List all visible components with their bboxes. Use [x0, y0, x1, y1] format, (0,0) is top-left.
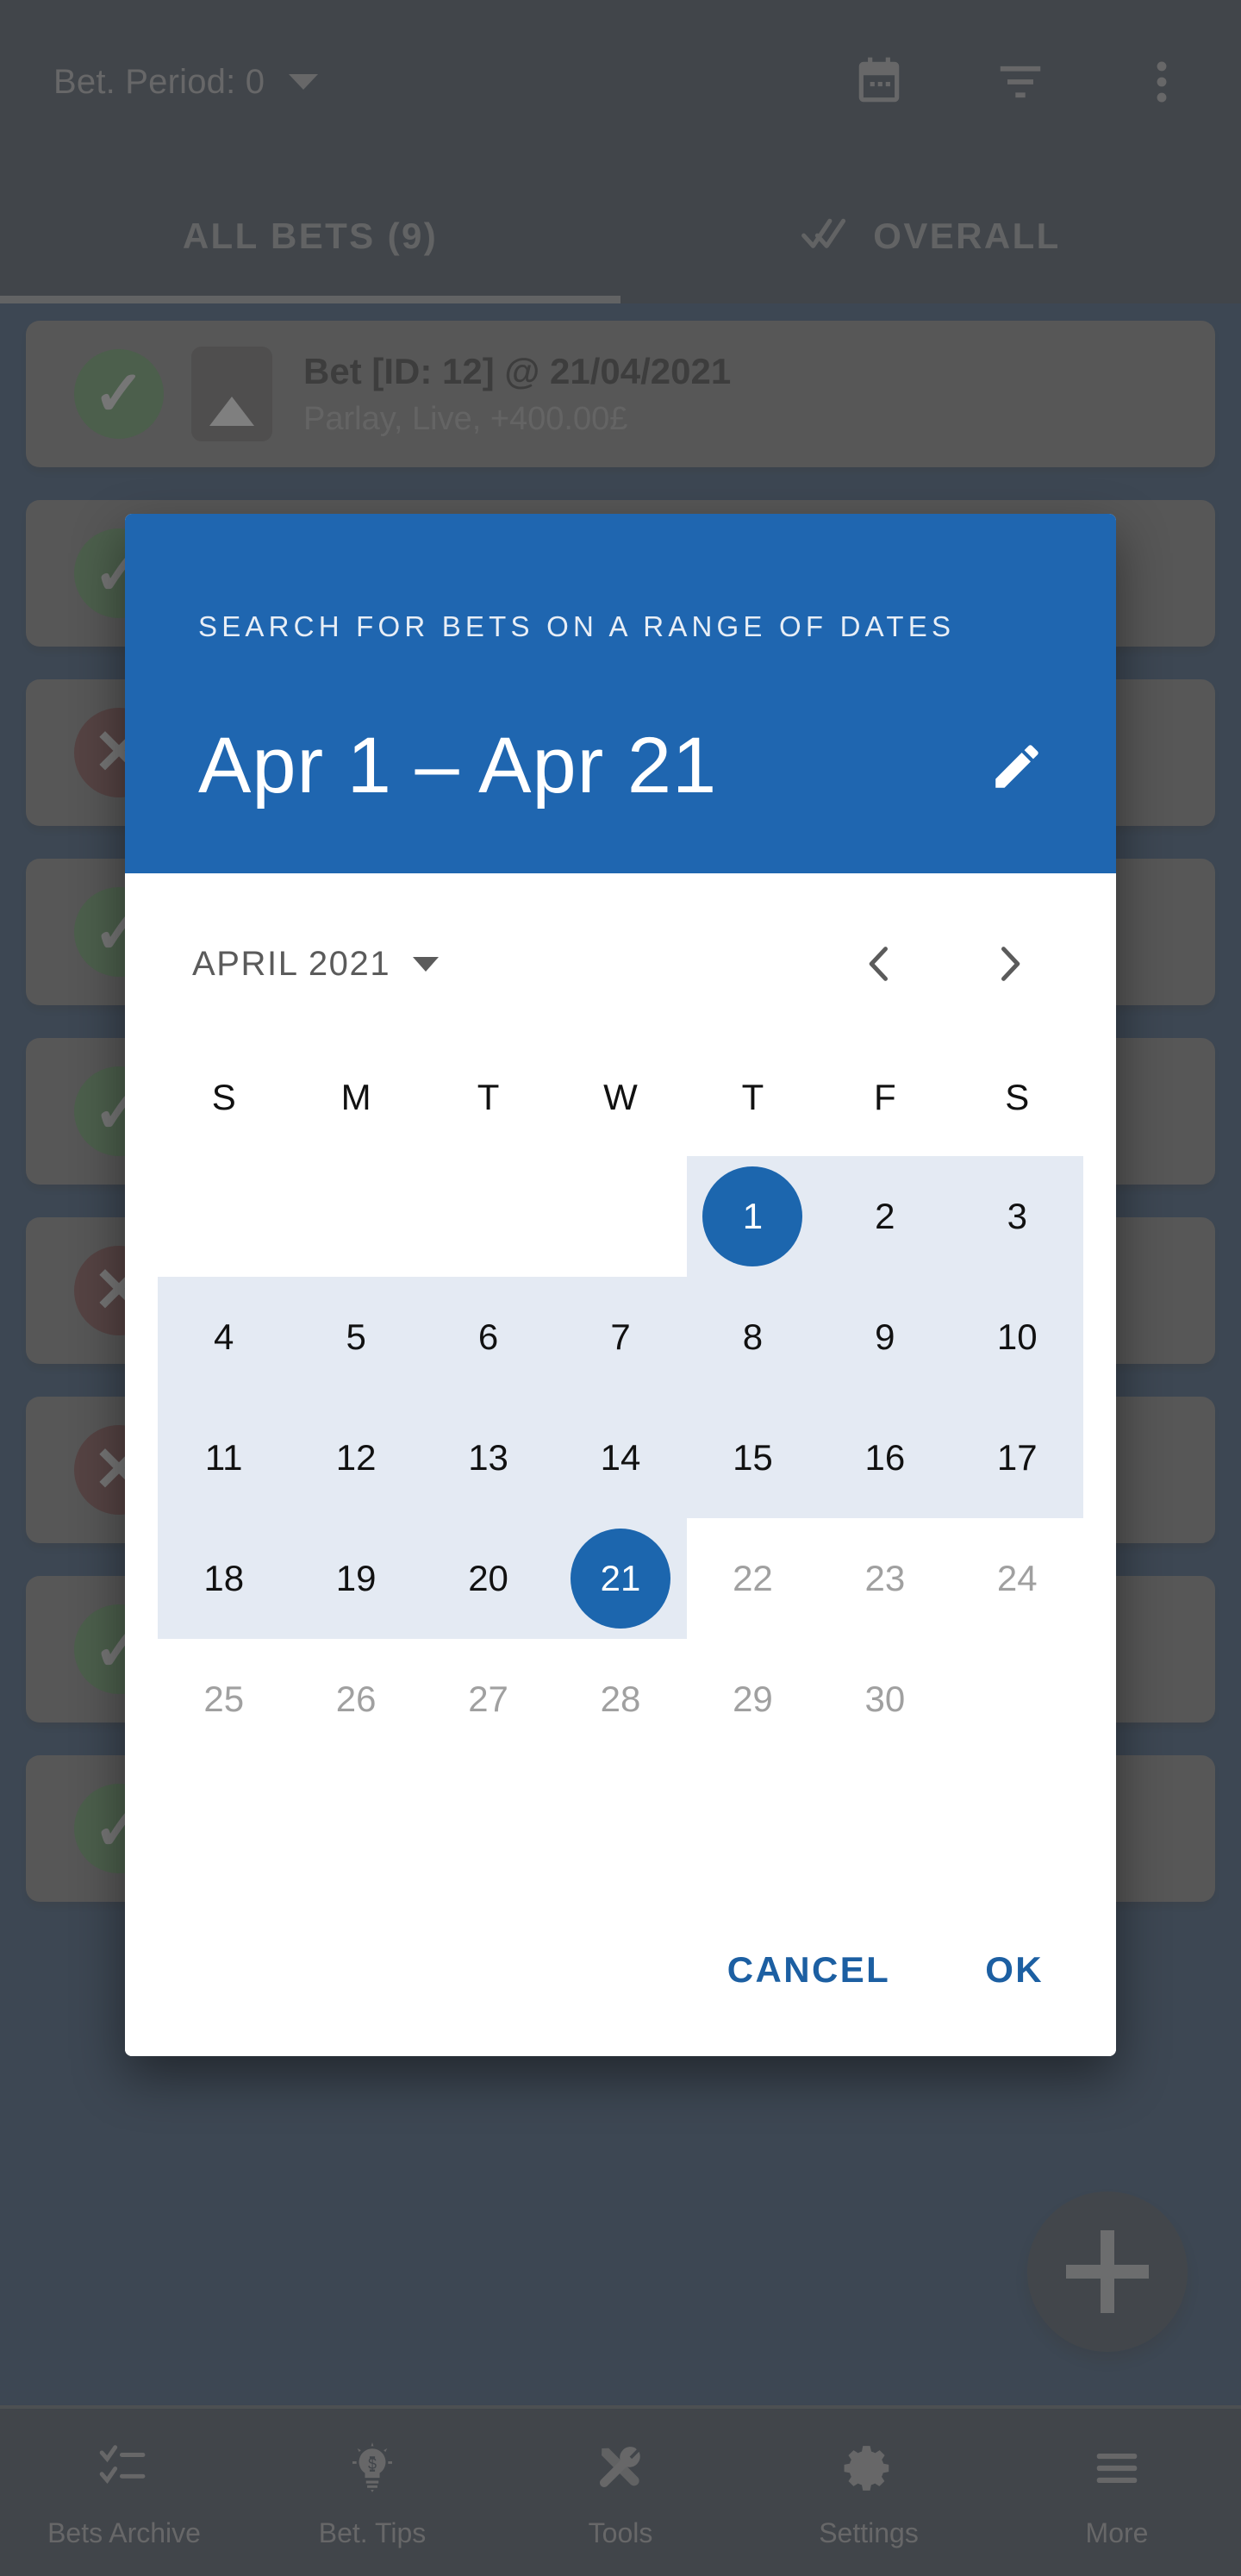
calendar-week-row: 25 26 27 28 29 30 — [158, 1639, 1083, 1760]
calendar-day-28: 28 — [554, 1639, 686, 1760]
dow-label: T — [477, 1077, 500, 1117]
calendar-day-17[interactable]: 17 — [951, 1397, 1084, 1518]
month-year-label: APRIL 2021 — [192, 944, 391, 983]
day-number: 20 — [468, 1558, 508, 1598]
calendar-day-16[interactable]: 16 — [819, 1397, 951, 1518]
date-range-picker-dialog: SEARCH FOR BETS ON A RANGE OF DATES Apr … — [125, 514, 1116, 2056]
day-number: 22 — [733, 1558, 773, 1598]
pencil-icon[interactable] — [978, 728, 1056, 805]
calendar-grid: 1 2 3 4 5 6 7 8 9 10 11 12 13 14 15 16 17 18 19 20 21 22 23 24 2… — [158, 1156, 1084, 1760]
calendar-day-13[interactable]: 13 — [421, 1397, 555, 1518]
calendar-day-15[interactable]: 15 — [686, 1397, 820, 1518]
selected-range-text: Apr 1 – Apr 21 — [198, 722, 718, 810]
chevron-right-icon[interactable] — [983, 938, 1035, 990]
calendar-day-2[interactable]: 2 — [819, 1156, 951, 1277]
calendar-cell-empty — [554, 1156, 686, 1277]
dow-label: M — [340, 1077, 371, 1117]
day-number: 14 — [600, 1437, 641, 1478]
day-number: 11 — [204, 1437, 243, 1478]
calendar-day-10[interactable]: 10 — [951, 1277, 1084, 1397]
calendar-day-12[interactable]: 12 — [290, 1397, 423, 1518]
calendar-week-row: 18 19 20 21 22 23 24 — [158, 1518, 1083, 1639]
day-number: 26 — [335, 1679, 377, 1719]
day-number: 25 — [203, 1679, 245, 1719]
calendar-day-20[interactable]: 20 — [421, 1518, 555, 1639]
dow-label: S — [1005, 1077, 1030, 1117]
day-number: 12 — [335, 1437, 377, 1478]
dow-label: T — [741, 1077, 764, 1117]
day-number: 29 — [733, 1679, 773, 1719]
month-arrows — [854, 938, 1035, 990]
calendar-cell-empty — [951, 1639, 1083, 1760]
calendar-day-24: 24 — [951, 1518, 1083, 1639]
day-number: 6 — [477, 1316, 499, 1357]
day-number: 8 — [742, 1316, 764, 1357]
screen-root: Bet. Period: 0 ALL BETS — [0, 0, 1241, 2576]
day-number: 4 — [214, 1316, 234, 1357]
calendar-cell-empty — [290, 1156, 421, 1277]
day-number: 17 — [996, 1437, 1038, 1478]
dow-label: F — [874, 1077, 896, 1117]
day-number: 1 — [742, 1196, 764, 1236]
dialog-overline: SEARCH FOR BETS ON A RANGE OF DATES — [198, 610, 956, 642]
day-number: 21 — [600, 1558, 641, 1598]
calendar-day-14[interactable]: 14 — [554, 1397, 688, 1518]
calendar-day-6[interactable]: 6 — [421, 1277, 555, 1397]
calendar-day-25: 25 — [158, 1639, 290, 1760]
day-of-week-header: S M T W T F S — [158, 1056, 1083, 1139]
day-number: 18 — [203, 1558, 245, 1598]
day-number: 10 — [996, 1316, 1038, 1357]
calendar-day-11[interactable]: 11 — [158, 1397, 290, 1518]
day-number: 2 — [875, 1196, 895, 1236]
calendar-day-30: 30 — [819, 1639, 951, 1760]
calendar-cell-empty — [158, 1156, 290, 1277]
dow-label: S — [211, 1077, 236, 1117]
calendar-day-19[interactable]: 19 — [290, 1518, 423, 1639]
day-number: 5 — [346, 1316, 366, 1357]
dialog-body: APRIL 2021 S M T W T F S 1 2 3 4 5 6 7 8… — [125, 873, 1116, 2056]
calendar-day-8[interactable]: 8 — [686, 1277, 820, 1397]
month-navigation-row: APRIL 2021 — [125, 925, 1116, 1003]
dialog-actions: CANCEL OK — [125, 1884, 1116, 2056]
day-number: 23 — [864, 1558, 906, 1598]
calendar-day-18[interactable]: 18 — [158, 1518, 290, 1639]
cancel-button[interactable]: CANCEL — [727, 1949, 890, 1991]
dialog-range-row: Apr 1 – Apr 21 — [198, 721, 1056, 811]
dow-label: W — [603, 1077, 638, 1117]
calendar-cell-empty — [422, 1156, 554, 1277]
calendar-day-3[interactable]: 3 — [951, 1156, 1084, 1277]
day-number: 24 — [996, 1558, 1038, 1598]
calendar-day-22: 22 — [687, 1518, 819, 1639]
day-number: 13 — [468, 1437, 508, 1478]
calendar-day-23: 23 — [819, 1518, 951, 1639]
calendar-day-26: 26 — [290, 1639, 421, 1760]
day-number: 7 — [610, 1316, 631, 1357]
day-number: 9 — [875, 1316, 895, 1357]
day-number: 15 — [733, 1437, 773, 1478]
calendar-day-1[interactable]: 1 — [686, 1156, 820, 1277]
dialog-header: SEARCH FOR BETS ON A RANGE OF DATES Apr … — [125, 514, 1116, 873]
day-number: 16 — [864, 1437, 906, 1478]
calendar-week-row: 11 12 13 14 15 16 17 — [158, 1397, 1084, 1518]
calendar-day-9[interactable]: 9 — [819, 1277, 951, 1397]
calendar-day-29: 29 — [687, 1639, 819, 1760]
day-number: 28 — [600, 1679, 641, 1719]
day-number: 30 — [864, 1679, 906, 1719]
calendar-day-21[interactable]: 21 — [554, 1518, 688, 1639]
calendar-day-4[interactable]: 4 — [158, 1277, 290, 1397]
day-number: 19 — [335, 1558, 377, 1598]
day-number: 3 — [1007, 1196, 1027, 1236]
calendar-week-row: 4 5 6 7 8 9 10 — [158, 1277, 1084, 1397]
ok-button[interactable]: OK — [985, 1949, 1044, 1991]
calendar-day-7[interactable]: 7 — [554, 1277, 688, 1397]
day-number: 27 — [468, 1679, 508, 1719]
month-year-dropdown[interactable]: APRIL 2021 — [192, 944, 440, 984]
chevron-left-icon[interactable] — [854, 938, 906, 990]
calendar-day-27: 27 — [422, 1639, 554, 1760]
calendar-week-row: 1 2 3 — [158, 1156, 1084, 1277]
chevron-down-icon — [413, 956, 440, 972]
calendar-day-5[interactable]: 5 — [290, 1277, 423, 1397]
